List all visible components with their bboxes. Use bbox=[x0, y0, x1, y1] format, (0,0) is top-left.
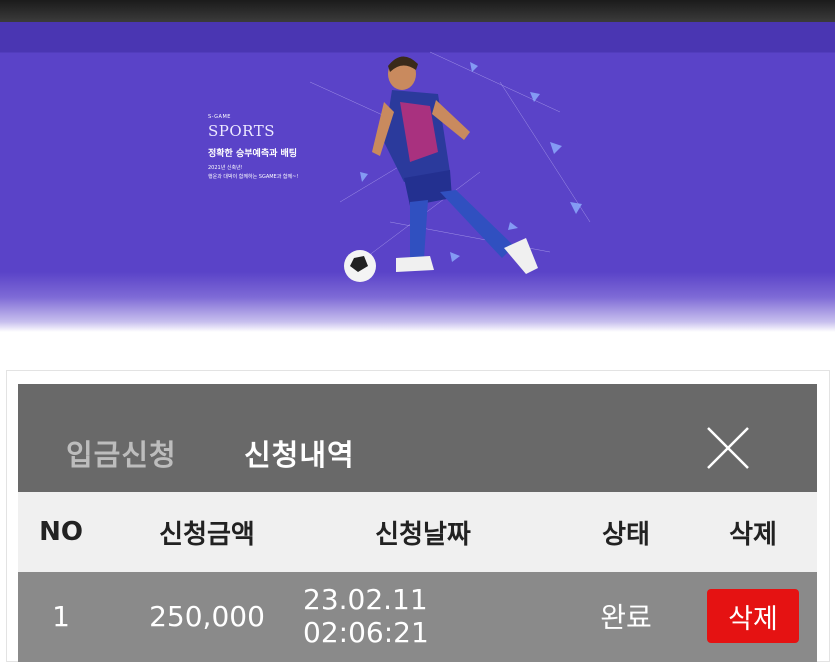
header-delete: 삭제 bbox=[729, 519, 777, 550]
row-status: 완료 bbox=[600, 601, 652, 634]
table-row: 1 250,000 23.02.11 02:06:21 완료 삭제 bbox=[18, 572, 817, 662]
banner-line2: 행운과 대박이 함께하는 SGAME과 함께~! bbox=[208, 174, 299, 180]
tab-request-history[interactable]: 신청내역 bbox=[244, 432, 355, 474]
header-no: NO bbox=[39, 517, 83, 547]
banner-eyebrow: S-GAME bbox=[208, 114, 231, 120]
sports-banner: S-GAME SPORTS 정확한 승부예측과 배팅 2021년 신축년! 행운… bbox=[0, 22, 835, 332]
row-date: 23.02.11 02:06:21 bbox=[303, 583, 429, 649]
top-bar bbox=[0, 0, 835, 22]
delete-button[interactable]: 삭제 bbox=[707, 589, 799, 643]
modal-header: 입금신청 신청내역 bbox=[18, 384, 817, 492]
row-amount: 250,000 bbox=[149, 599, 265, 633]
banner-text: S-GAME SPORTS 정확한 승부예측과 배팅 2021년 신축년! 행운… bbox=[208, 114, 298, 180]
close-icon[interactable] bbox=[704, 424, 752, 472]
header-amount: 신청금액 bbox=[159, 519, 255, 550]
tab-deposit-request[interactable]: 입금신청 bbox=[66, 432, 177, 474]
soccer-player-illustration bbox=[309, 51, 591, 282]
row-delete-cell: 삭제 bbox=[698, 572, 808, 662]
table-header: NO 신청금액 신청날짜 상태 삭제 bbox=[18, 492, 817, 572]
row-no: 1 bbox=[52, 599, 70, 633]
banner-line1: 2021년 신축년! bbox=[208, 165, 243, 171]
banner-subtitle: 정확한 승부예측과 배팅 bbox=[208, 149, 298, 159]
banner-title: SPORTS bbox=[208, 122, 275, 140]
header-date: 신청날짜 bbox=[375, 519, 471, 550]
header-status: 상태 bbox=[602, 519, 650, 550]
